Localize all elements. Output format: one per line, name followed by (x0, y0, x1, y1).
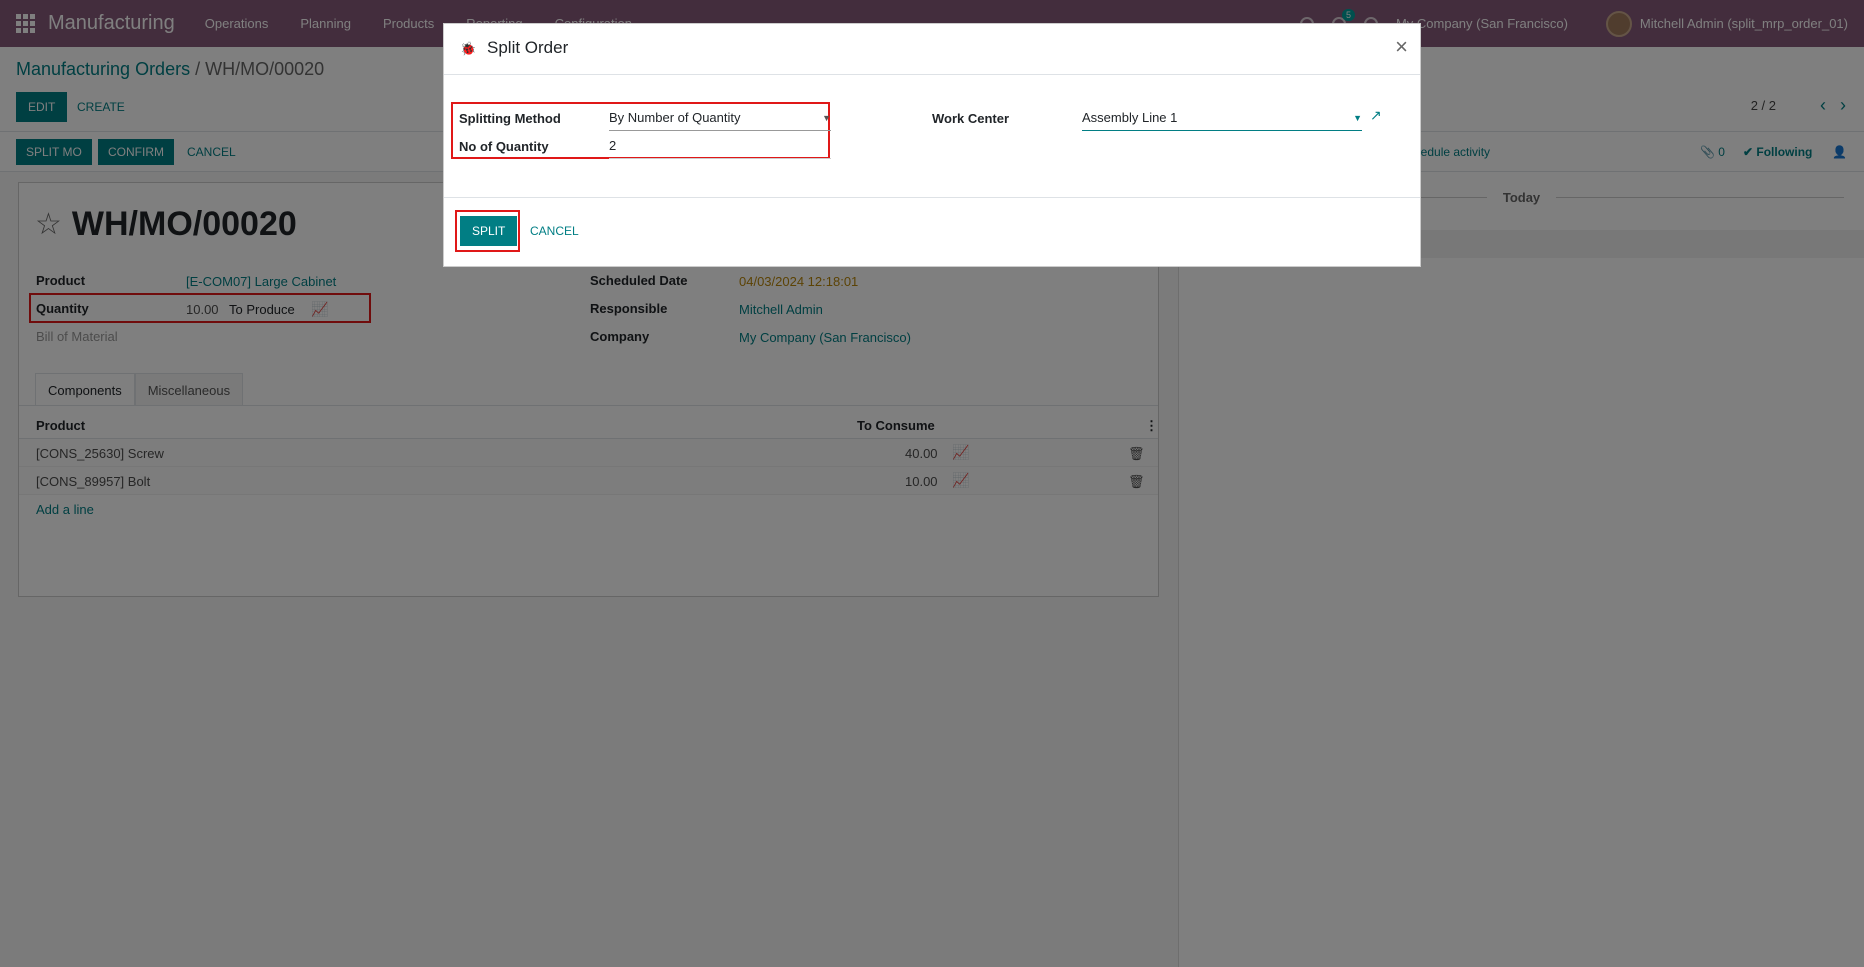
close-icon[interactable]: × (1395, 34, 1408, 60)
work-center-input[interactable]: Assembly Line 1 ▼ (1082, 107, 1362, 131)
work-center-label: Work Center (932, 111, 1010, 126)
splitting-method-select[interactable]: By Number of Quantity ▼ (609, 107, 831, 131)
external-link-icon[interactable]: ↗ (1370, 107, 1382, 124)
no-of-quantity-value: 2 (609, 138, 617, 153)
dialog-footer: SPLIT CANCEL (444, 198, 1420, 266)
dialog-body: Splitting Method By Number of Quantity ▼… (444, 75, 1420, 198)
cancel-button[interactable]: CANCEL (530, 216, 579, 246)
work-center-value: Assembly Line 1 (1082, 110, 1178, 125)
no-of-quantity-label: No of Quantity (459, 139, 549, 154)
split-order-dialog: 🐞 Split Order × Splitting Method By Numb… (443, 23, 1421, 267)
no-of-quantity-input[interactable]: 2 (609, 135, 831, 159)
bug-icon: 🐞 (460, 41, 477, 56)
split-button[interactable]: SPLIT (460, 216, 518, 246)
caret-down-icon[interactable]: ▼ (1353, 113, 1362, 123)
splitting-method-value: By Number of Quantity (609, 110, 741, 125)
dialog-title: Split Order (487, 38, 569, 57)
dialog-header: 🐞 Split Order × (444, 24, 1420, 75)
splitting-method-label: Splitting Method (459, 111, 561, 126)
caret-down-icon[interactable]: ▼ (822, 113, 831, 123)
